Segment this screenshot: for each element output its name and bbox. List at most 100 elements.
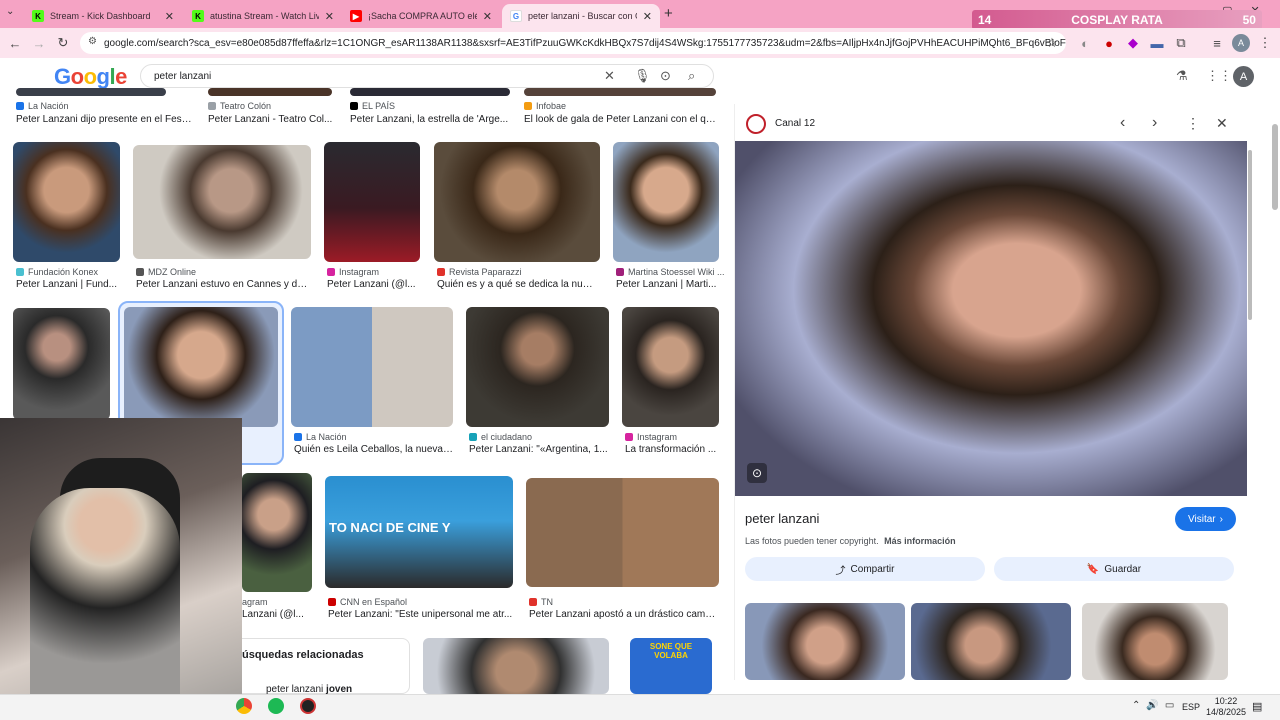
share-icon: ⤴ bbox=[835, 565, 846, 577]
result-caption[interactable]: Peter Lanzani dijo presente en el Festi.… bbox=[16, 114, 194, 125]
clock[interactable]: 10:22 14/8/2025 bbox=[1206, 696, 1246, 718]
share-button[interactable]: ⤴ Compartir bbox=[745, 557, 985, 581]
account-avatar[interactable]: A bbox=[1233, 66, 1254, 87]
related-image[interactable] bbox=[1082, 603, 1228, 680]
tab-google-search[interactable]: G peter lanzani - Buscar con Goog✕ bbox=[502, 4, 660, 28]
extension-icon[interactable]: ● bbox=[1100, 34, 1118, 52]
image-result[interactable] bbox=[291, 307, 453, 427]
more-info-link[interactable]: Más información bbox=[884, 536, 956, 546]
result-caption[interactable]: Peter Lanzani (@l... bbox=[327, 279, 417, 290]
image-result[interactable] bbox=[613, 142, 719, 262]
save-button[interactable]: 🔖 Guardar bbox=[994, 557, 1234, 581]
system-tray-icons[interactable]: ⌃🔊▭ bbox=[1132, 700, 1180, 711]
result-caption[interactable]: Peter Lanzani: "Este unipersonal me atr.… bbox=[328, 609, 514, 620]
image-result[interactable] bbox=[13, 142, 120, 262]
result-caption[interactable]: Quién es y a qué se dedica la nuev... bbox=[437, 279, 597, 290]
visit-button[interactable]: Visitar › bbox=[1175, 507, 1236, 531]
labs-icon[interactable]: ⚗ bbox=[1176, 68, 1188, 84]
image-result-selected[interactable] bbox=[124, 307, 278, 427]
clear-icon[interactable]: ✕ bbox=[604, 68, 615, 84]
google-icon: G bbox=[510, 10, 522, 22]
back-icon[interactable]: ← bbox=[6, 34, 24, 52]
bookmark-star-icon[interactable]: ☆ bbox=[1043, 34, 1061, 52]
result-caption[interactable]: Lanzani (@l... bbox=[242, 609, 312, 620]
result-caption[interactable]: Peter Lanzani | Fund... bbox=[16, 279, 120, 290]
result-caption[interactable]: Quién es Leila Ceballos, la nueva ... bbox=[294, 444, 454, 455]
voice-search-icon[interactable]: 🎙 bbox=[634, 68, 651, 84]
webcam-overlay bbox=[0, 418, 242, 694]
image-result[interactable] bbox=[526, 478, 719, 587]
profile-avatar[interactable]: A bbox=[1232, 34, 1250, 52]
image-result[interactable] bbox=[350, 88, 510, 96]
tab-atustina-stream[interactable]: K atustina Stream - Watch Live on✕ bbox=[184, 4, 342, 28]
search-input[interactable]: peter lanzani bbox=[140, 64, 714, 88]
image-result[interactable] bbox=[16, 88, 166, 96]
extension-icon[interactable]: ◆ bbox=[1124, 34, 1142, 52]
image-result[interactable] bbox=[242, 473, 312, 592]
previous-icon[interactable]: ‹ bbox=[1120, 114, 1125, 132]
reload-icon[interactable]: ↻ bbox=[54, 34, 72, 52]
obs-icon[interactable] bbox=[300, 698, 316, 714]
result-caption[interactable]: Peter Lanzani estuvo en Cannes y de... bbox=[136, 279, 308, 290]
close-panel-icon[interactable]: ✕ bbox=[1216, 115, 1228, 132]
close-icon[interactable]: ✕ bbox=[165, 10, 174, 23]
site-info-icon[interactable]: ⚙ bbox=[88, 36, 97, 47]
result-caption[interactable]: Peter Lanzani: "«Argentina, 1... bbox=[469, 444, 609, 455]
result-source: CNN en Español bbox=[328, 597, 407, 607]
image-result[interactable] bbox=[13, 308, 110, 420]
media-icon[interactable]: ≡ bbox=[1208, 34, 1226, 52]
tab-search-icon[interactable]: ⌄ bbox=[6, 6, 14, 17]
related-image[interactable] bbox=[911, 603, 1071, 680]
image-result[interactable] bbox=[466, 307, 609, 427]
extensions-puzzle-icon[interactable]: ⧉ bbox=[1172, 34, 1190, 52]
panel-title: peter lanzani bbox=[745, 511, 820, 526]
lens-icon[interactable]: ⊙ bbox=[660, 68, 671, 84]
page-scrollbar[interactable] bbox=[1272, 124, 1278, 210]
image-result[interactable] bbox=[524, 88, 716, 96]
image-result[interactable] bbox=[622, 307, 719, 427]
close-icon[interactable]: ✕ bbox=[643, 10, 652, 23]
apps-grid-icon[interactable]: ⋮⋮ bbox=[1206, 68, 1232, 84]
forward-icon[interactable]: → bbox=[30, 34, 48, 52]
image-result[interactable] bbox=[208, 88, 332, 96]
panel-source[interactable]: Canal 12 bbox=[775, 118, 815, 129]
image-result[interactable] bbox=[423, 638, 609, 694]
image-result[interactable]: TO NACI DE CINE Y bbox=[325, 476, 513, 588]
next-icon[interactable]: › bbox=[1152, 114, 1157, 132]
close-icon[interactable]: ✕ bbox=[325, 10, 334, 23]
preview-image[interactable]: ⊙ bbox=[735, 141, 1247, 496]
image-result[interactable]: SONE QUE VOLABA bbox=[630, 638, 712, 694]
browser-menu-icon[interactable]: ⋮ bbox=[1256, 34, 1274, 52]
extension-icon[interactable]: ◐ bbox=[1076, 34, 1094, 52]
result-caption[interactable]: Peter Lanzani - Teatro Col... bbox=[208, 114, 334, 125]
bookmark-icon: 🔖 bbox=[1086, 563, 1100, 575]
result-caption[interactable]: Peter Lanzani | Marti... bbox=[616, 279, 718, 290]
image-result[interactable] bbox=[434, 142, 600, 262]
tab-kick-dashboard[interactable]: K Stream - Kick Dashboard ✕ bbox=[24, 4, 182, 28]
kick-icon: K bbox=[192, 10, 204, 22]
result-caption[interactable]: Peter Lanzani apostó a un drástico cambi… bbox=[529, 609, 719, 620]
result-source: La Nación bbox=[16, 101, 69, 111]
spotify-icon[interactable] bbox=[268, 698, 284, 714]
tab-youtube-video[interactable]: ▶ ¡Sacha COMPRA AUTO eléct ✕ bbox=[342, 4, 500, 28]
result-source: EL PAÍS bbox=[350, 101, 395, 111]
new-tab-button[interactable]: + bbox=[664, 5, 673, 22]
address-bar[interactable]: ⚙ google.com/search?sca_esv=e80e085d87ff… bbox=[80, 32, 1066, 54]
close-icon[interactable]: ✕ bbox=[483, 10, 492, 23]
image-result[interactable] bbox=[324, 142, 420, 262]
more-options-icon[interactable]: ⋮ bbox=[1186, 115, 1200, 132]
result-caption[interactable]: La transformación ... bbox=[625, 444, 719, 455]
chrome-icon[interactable] bbox=[236, 698, 252, 714]
search-icon[interactable]: ⌕ bbox=[688, 68, 695, 84]
lens-search-icon[interactable]: ⊙ bbox=[747, 463, 767, 483]
result-caption[interactable]: El look de gala de Peter Lanzani con el … bbox=[524, 114, 716, 125]
panel-scrollbar[interactable] bbox=[1248, 150, 1252, 320]
related-image[interactable] bbox=[745, 603, 905, 680]
notification-icon[interactable]: ▤ bbox=[1252, 700, 1262, 713]
result-source: Revista Paparazzi bbox=[437, 267, 522, 277]
google-logo[interactable]: Google bbox=[54, 64, 127, 90]
result-caption[interactable]: Peter Lanzani, la estrella de 'Arge... bbox=[350, 114, 510, 125]
language-indicator[interactable]: ESP bbox=[1182, 702, 1200, 712]
image-result[interactable] bbox=[133, 145, 311, 259]
extension-icon[interactable]: ▬ bbox=[1148, 34, 1166, 52]
